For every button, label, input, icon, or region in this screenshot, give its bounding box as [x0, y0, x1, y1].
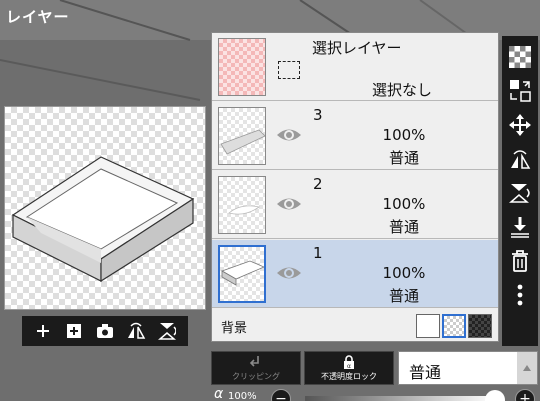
selection-layer-row[interactable]: 選択レイヤー 選択なし	[212, 33, 498, 101]
more-icon[interactable]	[505, 278, 535, 312]
layer-side-toolbar	[502, 36, 538, 346]
background-transparent-swatch[interactable]	[442, 314, 466, 338]
layer-number: 1	[313, 244, 323, 262]
background-white-swatch[interactable]	[416, 314, 440, 338]
eye-icon[interactable]	[276, 193, 302, 215]
eye-icon[interactable]	[276, 262, 302, 284]
background-dark-swatch[interactable]	[468, 314, 492, 338]
eye-icon[interactable]	[276, 124, 302, 146]
selection-layer-thumbnail	[218, 38, 266, 96]
layer-row[interactable]: 2 100% 普通	[212, 171, 498, 239]
checker-icon[interactable]	[505, 40, 535, 74]
move-icon[interactable]	[505, 108, 535, 142]
canvas-preview[interactable]	[4, 106, 206, 310]
layer-thumbnail	[218, 107, 266, 165]
background-label: 背景	[221, 321, 248, 336]
trash-icon[interactable]	[505, 244, 535, 278]
selection-layer-name: 選択レイヤー	[312, 39, 402, 57]
layer-row-selected[interactable]: 1 100% 普通	[212, 240, 498, 308]
add-layer-icon[interactable]	[30, 318, 56, 344]
panel-title: レイヤー	[6, 8, 70, 26]
swap-icon[interactable]	[505, 74, 535, 108]
preview-toolbar	[22, 316, 188, 346]
layer-blend-mode: 普通	[388, 287, 419, 305]
alpha-lock-button[interactable]: α 不透明度ロック	[304, 351, 394, 385]
opacity-decrease-button[interactable]: −	[271, 389, 291, 401]
layer-thumbnail	[218, 176, 266, 234]
opacity-slider[interactable]	[305, 396, 495, 401]
add-frame-icon[interactable]	[61, 318, 87, 344]
rotate-flip-horizontal-icon[interactable]	[505, 142, 535, 176]
dropdown-arrow-icon	[517, 352, 537, 384]
selection-status: 選択なし	[372, 81, 433, 99]
clipping-button[interactable]: クリッピング	[211, 351, 301, 385]
opacity-value: 100%	[228, 391, 257, 401]
layer-number: 2	[313, 175, 323, 193]
layer-opacity: 100%	[382, 264, 426, 282]
layer-thumbnail	[218, 245, 266, 303]
layer-row[interactable]: 3 100% 普通	[212, 102, 498, 170]
clipping-icon	[249, 355, 259, 367]
layer-opacity: 100%	[382, 126, 426, 144]
opacity-slider-knob[interactable]	[485, 390, 505, 401]
opacity-control: α 100% − +	[211, 388, 540, 401]
blend-mode-select[interactable]: 普通	[398, 351, 538, 385]
merge-down-icon[interactable]	[505, 210, 535, 244]
alpha-symbol: α	[214, 388, 224, 401]
layer-opacity: 100%	[382, 195, 426, 213]
layer-blend-mode: 普通	[388, 149, 419, 167]
flip-vertical-icon[interactable]	[154, 318, 180, 344]
tray-drawing	[11, 156, 195, 283]
lock-icon: α	[344, 354, 354, 369]
blend-mode-value: 普通	[409, 363, 442, 382]
alpha-lock-label: 不透明度ロック	[321, 371, 377, 381]
svg-text:α: α	[347, 363, 351, 369]
camera-icon[interactable]	[92, 318, 118, 344]
selection-icon	[278, 61, 300, 79]
background-row: 背景	[212, 309, 498, 341]
layer-list: 選択レイヤー 選択なし 3 100% 普通 2 100% 普通 1 100% 普…	[211, 32, 499, 342]
opacity-increase-button[interactable]: +	[515, 389, 535, 401]
rotate-flip-vertical-icon[interactable]	[505, 176, 535, 210]
layer-blend-mode: 普通	[388, 218, 419, 236]
layer-number: 3	[313, 106, 323, 124]
flip-horizontal-icon[interactable]	[123, 318, 149, 344]
clipping-label: クリッピング	[232, 371, 280, 381]
